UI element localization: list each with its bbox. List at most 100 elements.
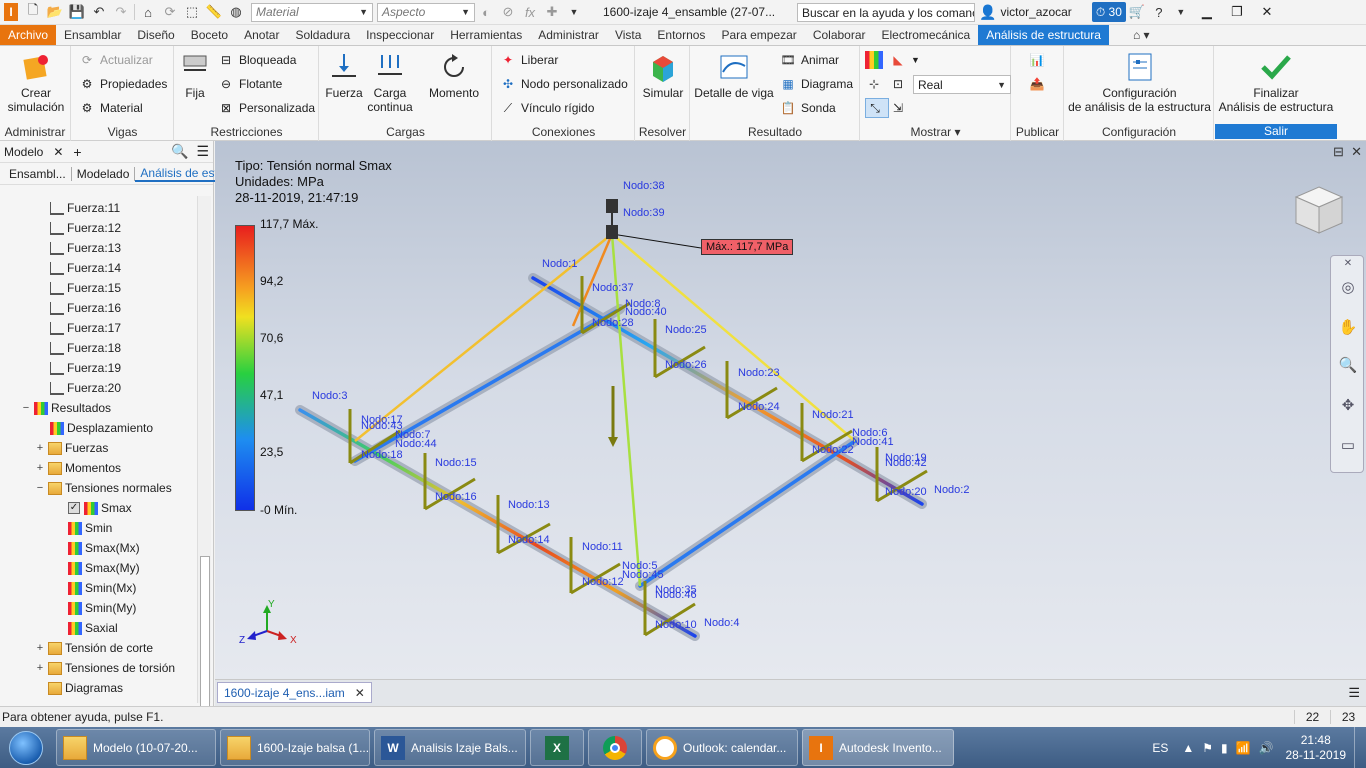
tab-diseno[interactable]: Diseño	[129, 25, 182, 45]
fija-button[interactable]: Fija	[177, 50, 213, 100]
max-value-label[interactable]: Máx.: 117,7 MPa	[701, 239, 794, 255]
tree-item-resultados[interactable]: − Resultados	[20, 398, 111, 418]
tree-item-fuerza[interactable]: Fuerza:15	[50, 278, 121, 298]
tree-item-fuerza[interactable]: Fuerza:16	[50, 298, 121, 318]
tab-analisis-estructura[interactable]: Análisis de estructura	[978, 25, 1109, 45]
viewcube[interactable]	[1292, 183, 1346, 237]
node-label[interactable]: Nodo:24	[738, 401, 780, 413]
look-at-icon[interactable]: ▭	[1338, 436, 1358, 456]
redo-icon[interactable]: ↷	[110, 1, 132, 23]
node-label[interactable]: Nodo:14	[508, 534, 550, 546]
tree-item-tension-corte[interactable]: + Tensión de corte	[34, 638, 153, 658]
publish-report-button[interactable]: 📊	[1028, 50, 1050, 70]
node-label[interactable]: Nodo:12	[582, 576, 624, 588]
measure-icon[interactable]: 📏	[203, 1, 225, 23]
plus-icon[interactable]: ✚	[541, 1, 563, 23]
more-icon[interactable]: ▼	[563, 1, 585, 23]
node-label[interactable]: Nodo:4	[704, 617, 739, 629]
color-bar-button[interactable]	[865, 50, 887, 70]
document-tab[interactable]: 1600-izaje 4_ens...iam ✕	[217, 682, 372, 703]
new-file-icon[interactable]: 🗋	[22, 1, 44, 23]
user-name[interactable]: victor_azocar	[1000, 5, 1071, 19]
taskbar-item-inventor[interactable]: I Autodesk Invento...	[802, 729, 954, 766]
node-labels-button[interactable]: ⤡	[865, 98, 889, 118]
tree-item-smin[interactable]: Smin	[68, 518, 112, 538]
restore-icon[interactable]: ❐	[1222, 4, 1252, 20]
volume-icon[interactable]: 🔊	[1259, 741, 1274, 755]
help-icon[interactable]: ?	[1148, 1, 1170, 23]
node-label[interactable]: Nodo:18	[361, 449, 403, 461]
tab-inspeccionar[interactable]: Inspeccionar	[358, 25, 442, 45]
tab-anotar[interactable]: Anotar	[236, 25, 287, 45]
tab-para-empezar[interactable]: Para empezar	[713, 25, 804, 45]
bloqueada-button[interactable]: ⊟ Bloqueada	[217, 50, 296, 70]
help-search-input[interactable]: Buscar en la ayuda y los comanc	[797, 2, 975, 22]
node-label[interactable]: Nodo:26	[665, 359, 707, 371]
browser-tab-ensamblaje[interactable]: Ensambl...	[4, 166, 72, 181]
zoom-icon[interactable]: 🔍	[1338, 356, 1358, 376]
close-icon[interactable]: ✕	[53, 145, 63, 159]
diagrama-button[interactable]: ▦ Diagrama	[779, 74, 853, 94]
material-ball-icon[interactable]: ◍	[225, 1, 247, 23]
panel-title-mostrar[interactable]: Mostrar ▾	[861, 125, 1010, 139]
node-label[interactable]: Nodo:13	[508, 499, 550, 511]
node-label[interactable]: Nodo:37	[592, 282, 634, 294]
browser-tab-modelado[interactable]: Modelado	[72, 166, 136, 181]
propiedades-button[interactable]: ⚙ Propiedades	[78, 74, 168, 94]
node-label[interactable]: Nodo:22	[812, 444, 854, 456]
node-label[interactable]: Nodo:2	[934, 484, 969, 496]
node-label[interactable]: Nodo:10	[655, 619, 697, 631]
node-label[interactable]: Nodo:3	[312, 390, 347, 402]
tab-administrar[interactable]: Administrar	[530, 25, 607, 45]
tree-item-tensiones-torsion[interactable]: + Tensiones de torsión	[34, 658, 175, 678]
node-label[interactable]: Nodo:11	[582, 541, 623, 553]
personalizada-button[interactable]: ⊠ Personalizada	[217, 98, 315, 118]
dropdown-icon[interactable]: ▼	[1170, 1, 1192, 23]
update-icon[interactable]: ⟳	[159, 1, 181, 23]
orbit-icon[interactable]: ✥	[1338, 396, 1358, 416]
scrollbar-thumb[interactable]	[200, 556, 210, 726]
tree-item-desplazamiento[interactable]: Desplazamiento	[50, 418, 153, 438]
finalizar-button[interactable]: Finalizar Análisis de estructura	[1217, 50, 1335, 114]
tree-item-smin-mx[interactable]: Smin(Mx)	[68, 578, 136, 598]
show-desktop-button[interactable]	[1354, 727, 1366, 768]
check-icon[interactable]: ✓	[68, 502, 80, 514]
expand-icon[interactable]: +	[34, 662, 46, 674]
collapse-icon[interactable]: −	[20, 402, 32, 414]
graphics-viewport[interactable]: Tipo: Tensión normal Smax Unidades: MPa …	[215, 141, 1366, 679]
expand-icon[interactable]: +	[34, 462, 46, 474]
tab-vista[interactable]: Vista	[607, 25, 649, 45]
node-label[interactable]: Nodo:42	[885, 457, 927, 469]
export-button[interactable]: 📤	[1028, 74, 1050, 94]
animar-button[interactable]: 🎞 Animar	[779, 50, 839, 70]
app-logo-icon[interactable]: I	[0, 1, 22, 23]
language-indicator[interactable]: ES	[1152, 741, 1168, 755]
tree-scrollbar[interactable]	[197, 196, 211, 726]
open-folder-icon[interactable]: 📂	[44, 1, 66, 23]
collapse-icon[interactable]: −	[34, 482, 46, 494]
tree-item-smin-my[interactable]: Smin(My)	[68, 598, 136, 618]
save-icon[interactable]: 💾	[66, 1, 88, 23]
tree-item-momentos[interactable]: + Momentos	[34, 458, 121, 478]
tree-item-fuerza[interactable]: Fuerza:13	[50, 238, 121, 258]
fuerza-button[interactable]: Fuerza	[322, 50, 366, 100]
lifting-hook[interactable]	[606, 199, 618, 239]
cart-icon[interactable]: 🛒	[1126, 1, 1148, 23]
node-label[interactable]: Nodo:39	[623, 207, 665, 219]
flag-icon[interactable]: ⚑	[1202, 741, 1213, 755]
simular-button[interactable]: Simular	[638, 50, 688, 100]
node-label[interactable]: Nodo:25	[665, 324, 707, 336]
taskbar-item-word[interactable]: W Analisis Izaje Bals...	[374, 729, 526, 766]
node-label[interactable]: Nodo:45	[622, 569, 664, 581]
menu-icon[interactable]: ☰	[196, 143, 209, 160]
close-icon[interactable]: ✕	[1252, 4, 1282, 20]
momento-button[interactable]: Momento	[422, 50, 486, 100]
tree-item-saxial[interactable]: Saxial	[68, 618, 118, 638]
liberar-button[interactable]: ✦ Liberar	[499, 50, 558, 70]
power-icon[interactable]: ▮	[1221, 741, 1228, 755]
material-button[interactable]: ⚙ Material	[78, 98, 143, 118]
tree-item-smax[interactable]: ✓ Smax	[68, 498, 132, 518]
clear-appearance-icon[interactable]: ⊘	[497, 1, 519, 23]
smooth-shading-button[interactable]: ◣ ▼	[889, 50, 920, 70]
fx-icon[interactable]: fx	[519, 1, 541, 23]
